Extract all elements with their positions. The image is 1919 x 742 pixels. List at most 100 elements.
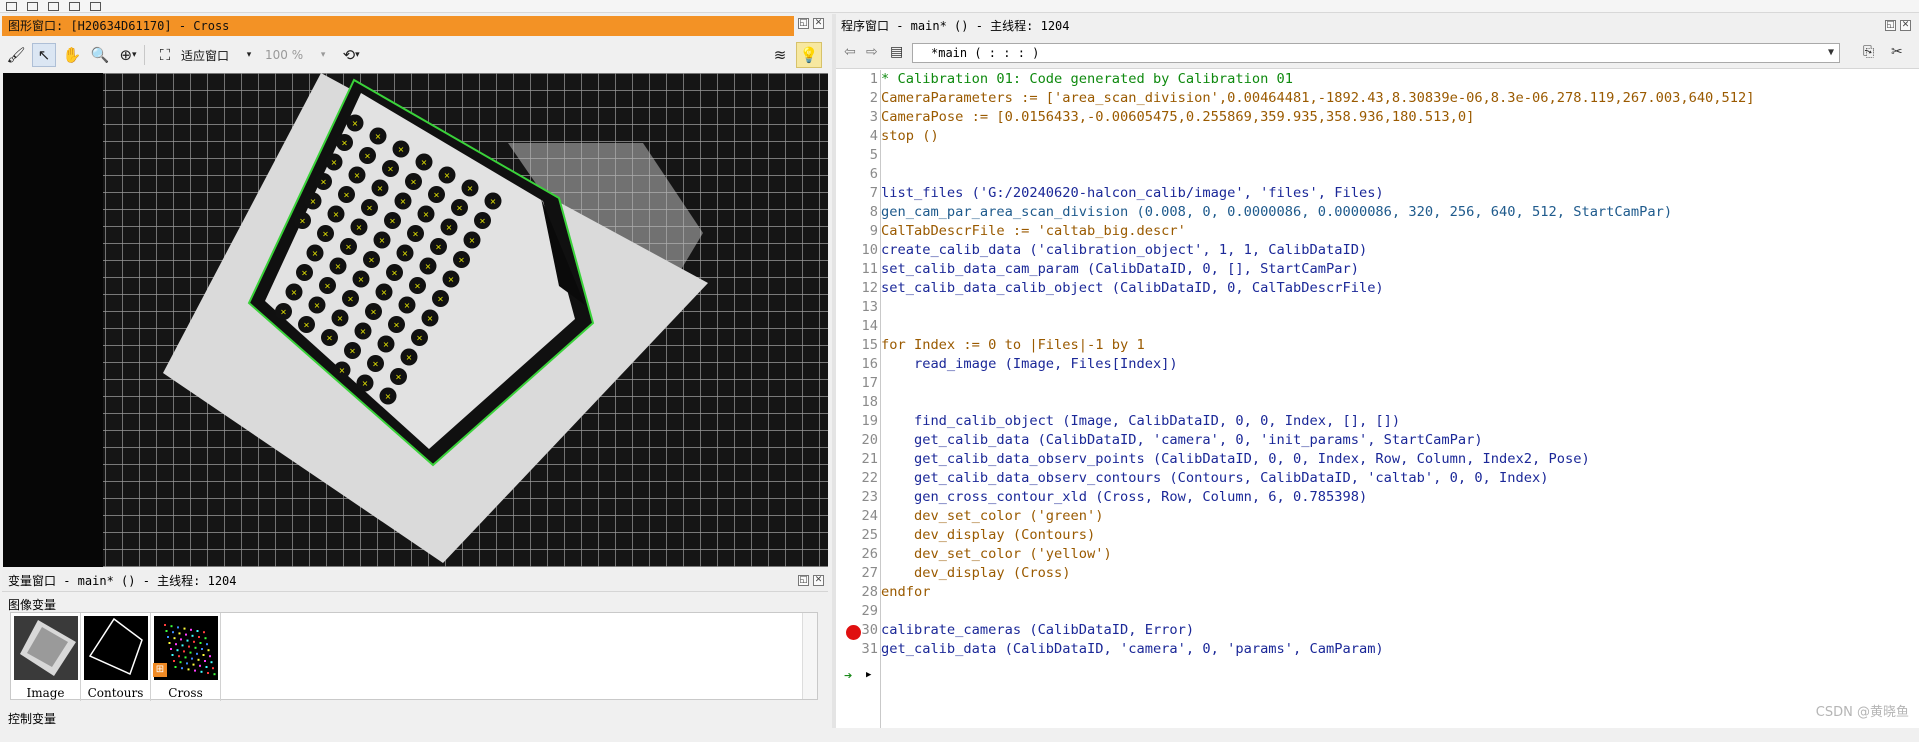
code-line[interactable]: 29 [836, 602, 1916, 621]
cross-marker: × [395, 373, 402, 382]
chevron-down-icon[interactable]: ▾ [237, 43, 261, 67]
caret-icon: ▶ [866, 670, 872, 680]
line-number: 23 [861, 489, 878, 505]
cross-marker: × [333, 210, 340, 219]
program-window: 程序窗口 - main* () - 主线程: 1204 ◱ ✕ ⇦ ⇨ ▤ *m… [836, 14, 1919, 728]
cross-marker: × [416, 334, 423, 343]
code-line[interactable]: 28 endfor [836, 583, 1916, 602]
pc-line: ➔ ▶ [836, 666, 896, 685]
cross-dot [180, 638, 182, 641]
code-line[interactable]: 4 stop () [836, 127, 1916, 146]
fit-window-combo[interactable]: 适应窗口 [177, 44, 233, 66]
line-number: 25 [861, 527, 878, 543]
line-number: 22 [861, 470, 878, 486]
code-line[interactable]: 27 dev_display (Cross) [836, 564, 1916, 583]
cut-icon[interactable]: ✂ [1891, 44, 1903, 60]
close-window-button[interactable]: ✕ [1900, 20, 1911, 31]
clear-icon[interactable]: 🖌 [4, 43, 28, 67]
image-variables-heading: 图像变量 [8, 598, 57, 612]
code-line[interactable]: 24 dev_set_color ('green') [836, 507, 1916, 526]
zoom-combo[interactable]: 100 % [261, 44, 307, 66]
close-window-button[interactable]: ✕ [813, 18, 824, 29]
draw-mode-icon[interactable]: ⟲ ▾ [339, 43, 363, 67]
cross-dot [183, 650, 185, 653]
code-line[interactable]: 1 * Calibration 01: Code generated by Cal… [836, 70, 1916, 89]
close-window-button[interactable]: ✕ [813, 575, 824, 586]
float-window-button[interactable]: ◱ [1885, 20, 1896, 31]
cross-dot [196, 630, 199, 632]
variable-item-cross[interactable]: ⊞ Cross [151, 613, 221, 701]
code-line[interactable]: 26 dev_set_color ('yellow') [836, 545, 1916, 564]
layers-icon[interactable]: ≋ [768, 43, 792, 67]
code-line[interactable]: 2 CameraParameters := ['area_scan_divisio… [836, 89, 1916, 108]
code-line[interactable]: 10 create_calib_data ('calibration_object… [836, 241, 1916, 260]
pan-hand-icon[interactable]: ✋ [60, 43, 84, 67]
lightbulb-icon[interactable]: 💡 [796, 42, 822, 68]
zoom-icon[interactable]: 🔍 [88, 43, 112, 67]
program-window-title: 程序窗口 - main* () - 主线程: 1204 [836, 14, 1919, 38]
line-number: 30 [861, 622, 878, 638]
code-line[interactable]: 22 get_calib_data_observ_contours (Conto… [836, 469, 1916, 488]
cross-dot [197, 658, 200, 661]
line-number: 1 [869, 71, 878, 87]
fit-window-icon[interactable]: ⛶ [153, 43, 177, 67]
code-line[interactable]: 13 [836, 298, 1916, 317]
code-line[interactable]: 18 [836, 393, 1916, 412]
cross-marker: × [364, 152, 371, 161]
cross-marker: × [345, 243, 352, 252]
line-number: 14 [861, 318, 878, 334]
code-line[interactable]: 31 get_calib_data (CalibDataID, 'camera',… [836, 640, 1916, 659]
zoom-in-icon[interactable]: ⊕ ▾ [116, 43, 140, 67]
watermark: CSDN @黄晓鱼 [1815, 705, 1909, 720]
code-text: calibrate_cameras (CalibDataID, Error) [881, 622, 1195, 638]
code-line[interactable]: 6 [836, 165, 1916, 184]
image-canvas[interactable]: × × × × × × × × × × × × × × × × × × × × × × × × × × × × × × × × × × × × × × × ×… [3, 73, 828, 567]
chevron-down-icon[interactable]: ▾ [311, 43, 335, 67]
cross-marker: × [301, 269, 308, 278]
pointer-icon[interactable]: ↖ [32, 43, 56, 67]
code-line[interactable]: 25 dev_display (Contours) [836, 526, 1916, 545]
back-arrow-icon[interactable]: ⇦ [844, 44, 856, 60]
float-window-button[interactable]: ◱ [798, 18, 809, 29]
float-window-button[interactable]: ◱ [798, 575, 809, 586]
cross-marker: × [337, 314, 344, 323]
code-line[interactable]: 8 gen_cam_par_area_scan_division (0.008, … [836, 203, 1916, 222]
cross-dot [200, 670, 203, 673]
code-line[interactable]: 17 [836, 374, 1916, 393]
code-text: gen_cam_par_area_scan_division (0.008, 0… [881, 204, 1673, 220]
code-line[interactable]: 3 CameraPose := [0.0156433,-0.00605475,0.… [836, 108, 1916, 127]
cross-marker: × [331, 158, 338, 167]
code-line[interactable]: 21 get_calib_data_observ_points (CalibDa… [836, 450, 1916, 469]
forward-arrow-icon[interactable]: ⇨ [866, 44, 878, 60]
code-line[interactable]: 19 find_calib_object (Image, CalibDataID… [836, 412, 1916, 431]
insert-icon[interactable]: ⎘ [1863, 44, 1874, 60]
code-text: CameraParameters := ['area_scan_division… [881, 90, 1755, 106]
cross-marker: × [410, 178, 417, 187]
variable-list-scrollbar[interactable] [802, 613, 817, 699]
code-line[interactable]: 11 set_calib_data_cam_param (CalibDataID,… [836, 260, 1916, 279]
code-text: get_calib_data (CalibDataID, 'camera', 0… [881, 641, 1384, 657]
cross-dot [188, 645, 190, 648]
cross-dot [206, 643, 208, 646]
code-line[interactable]: 15 for Index := 0 to |Files|-1 by 1 [836, 336, 1916, 355]
code-line[interactable]: 5 [836, 146, 1916, 165]
variable-item-image[interactable]: Image [11, 613, 81, 701]
procedure-select[interactable]: *main ( : : : ) ▼ [912, 43, 1840, 63]
code-line[interactable]: 7 list_files ('G:/20240620-halcon_calib/i… [836, 184, 1916, 203]
code-line[interactable]: 23 gen_cross_contour_xld (Cross, Row, Co… [836, 488, 1916, 507]
code-editor[interactable]: 1 * Calibration 01: Code generated by Cal… [836, 70, 1919, 728]
procedure-icon[interactable]: ▤ [890, 44, 903, 60]
code-line[interactable]: 14 [836, 317, 1916, 336]
code-line[interactable]: 16 read_image (Image, Files[Index]) [836, 355, 1916, 374]
code-text: dev_set_color ('yellow') [881, 546, 1112, 562]
code-line[interactable]: 30 calibrate_cameras (CalibDataID, Error) [836, 621, 1916, 640]
cross-dot [194, 646, 197, 649]
cross-marker: × [347, 295, 354, 304]
code-line[interactable]: 9 CalTabDescrFile := 'caltab_big.descr' [836, 222, 1916, 241]
code-line[interactable]: 12 set_calib_data_calib_object (CalibData… [836, 279, 1916, 298]
variable-item-contours[interactable]: Contours [81, 613, 151, 701]
code-line[interactable]: 20 get_calib_data (CalibDataID, 'camera'… [836, 431, 1916, 450]
cross-dot [187, 668, 190, 671]
cross-marker: × [458, 256, 465, 265]
cross-marker: × [314, 301, 321, 310]
